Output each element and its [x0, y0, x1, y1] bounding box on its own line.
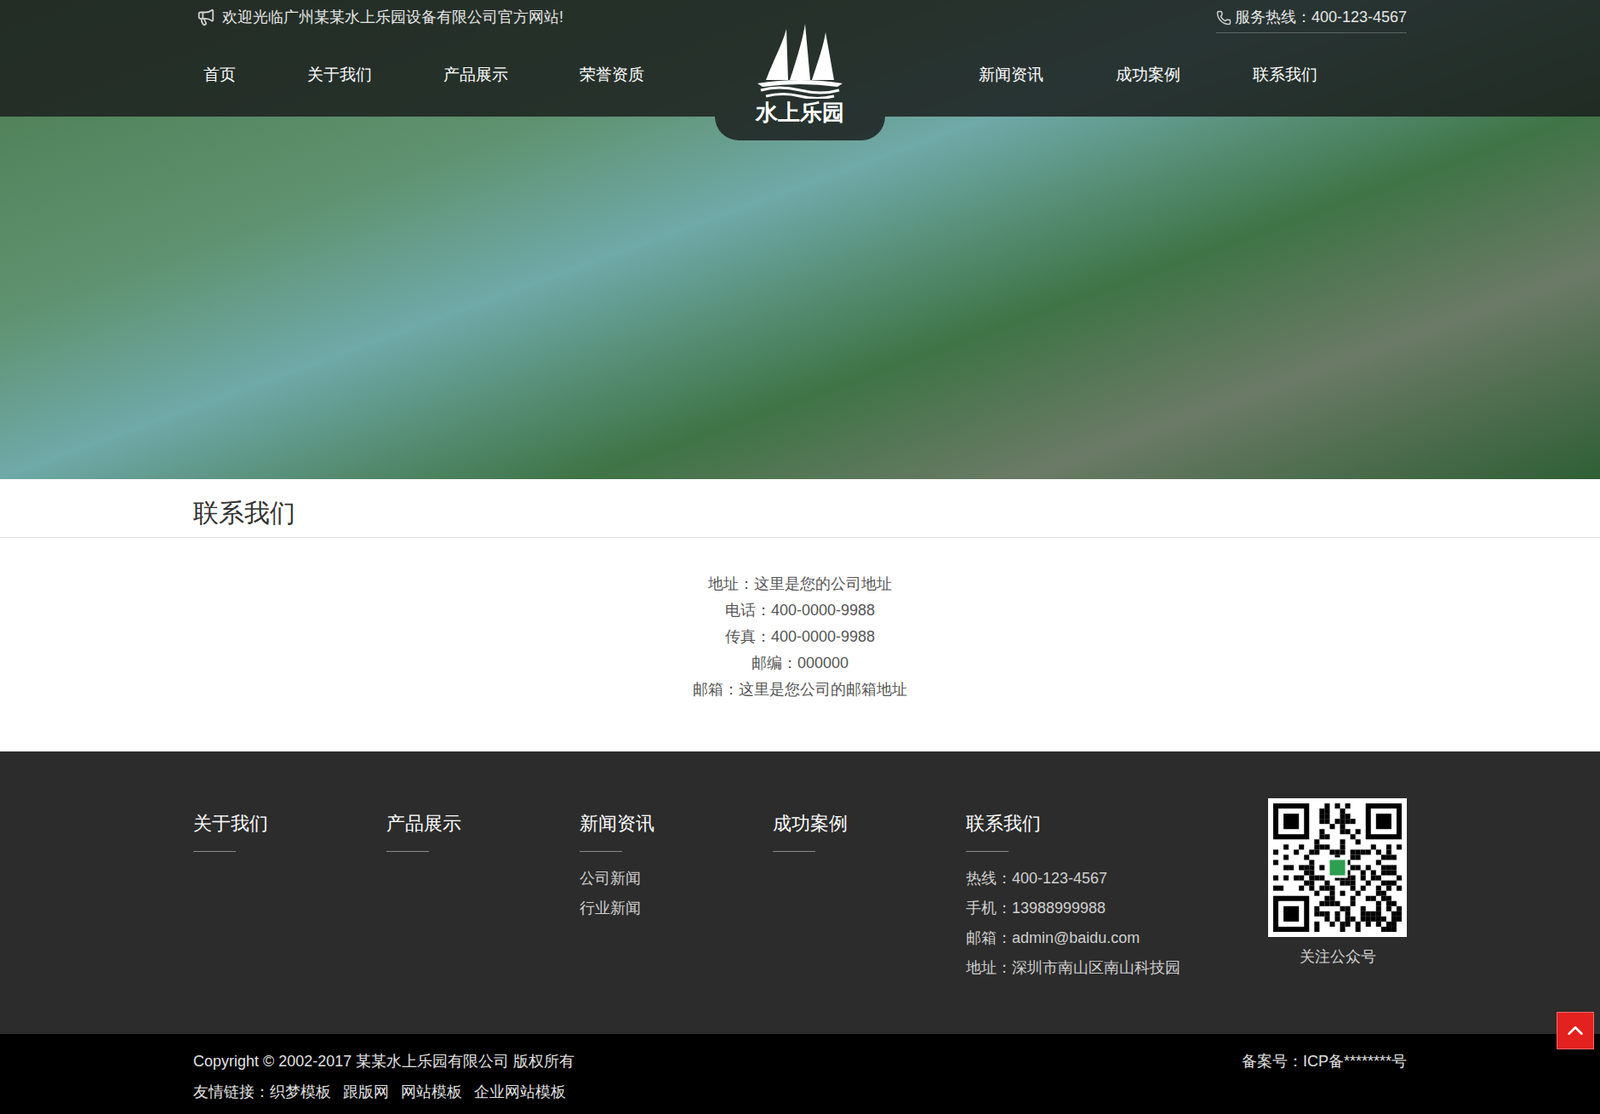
banner: 欢迎光临广州某某水上乐园设备有限公司官方网站! 服务热线：400-123-4567…	[0, 0, 1600, 480]
friend-link[interactable]: 网站模板	[400, 1076, 463, 1108]
sailboat-logo-icon	[748, 23, 852, 99]
contact-line: 邮箱：这里是您公司的邮箱地址	[692, 676, 908, 703]
footer-heading[interactable]: 关于我们	[193, 811, 387, 837]
qr-label: 关注公众号	[1299, 945, 1377, 968]
nav-item[interactable]: 新闻资讯	[978, 62, 1044, 88]
footer-link[interactable]: 热线：400-123-4567	[965, 863, 1222, 894]
header: 欢迎光临广州某某水上乐园设备有限公司官方网站! 服务热线：400-123-4567…	[0, 0, 1600, 117]
phone-icon	[1216, 10, 1232, 26]
nav-item[interactable]: 荣誉资质	[579, 62, 645, 88]
footer-link[interactable]: 地址：深圳市南山区南山科技园	[965, 953, 1222, 983]
footer-heading[interactable]: 成功案例	[772, 811, 966, 837]
qr-code-icon	[1268, 798, 1407, 938]
back-to-top-button[interactable]	[1556, 1011, 1595, 1050]
friend-links: 友情链接：织梦模板跟版网网站模板企业网站模板	[193, 1076, 1407, 1108]
contact-line: 邮编：000000	[751, 650, 849, 677]
welcome-text: 欢迎光临广州某某水上乐园设备有限公司官方网站!	[222, 5, 564, 29]
footer-heading[interactable]: 新闻资讯	[579, 811, 773, 837]
qr-block: 关注公众号	[1268, 798, 1407, 983]
footer-column: 新闻资讯公司新闻行业新闻	[579, 811, 773, 983]
icp-number: 备案号：ICP备********号	[1241, 1045, 1407, 1077]
footer-link[interactable]: 手机：13988999988	[965, 893, 1222, 924]
hotline: 服务热线：400-123-4567	[1216, 5, 1407, 34]
top-bar: 欢迎光临广州某某水上乐园设备有限公司官方网站! 服务热线：400-123-4567	[193, 0, 1407, 35]
footer: 关于我们产品展示新闻资讯公司新闻行业新闻成功案例联系我们热线：400-123-4…	[0, 751, 1600, 1035]
nav-item[interactable]: 成功案例	[1115, 62, 1181, 88]
page-title-bar: 联系我们	[0, 479, 1600, 538]
nav-item[interactable]: 联系我们	[1252, 62, 1318, 88]
friend-link[interactable]: 企业网站模板	[474, 1076, 566, 1108]
footer-column: 产品展示	[386, 811, 580, 983]
friend-link[interactable]: 跟版网	[342, 1076, 389, 1108]
page-title: 联系我们	[193, 497, 1407, 529]
logo[interactable]: 水上乐园	[748, 23, 852, 126]
megaphone-icon	[196, 7, 216, 27]
footer-column: 成功案例	[772, 811, 966, 983]
chevron-up-icon	[1562, 1017, 1589, 1044]
footer-link[interactable]: 邮箱：admin@baidu.com	[965, 923, 1222, 954]
footer-column: 关于我们	[193, 811, 387, 983]
nav-item[interactable]: 关于我们	[307, 62, 372, 88]
contact-line: 地址：这里是您的公司地址	[708, 571, 892, 598]
nav-item[interactable]: 产品展示	[443, 62, 509, 88]
contact-line: 传真：400-0000-9988	[725, 623, 875, 651]
nav-item[interactable]: 首页	[203, 62, 236, 88]
footer-link[interactable]: 行业新闻	[579, 893, 773, 924]
footer-heading[interactable]: 联系我们	[965, 811, 1222, 837]
footer-heading[interactable]: 产品展示	[386, 811, 580, 837]
bottom-bar: Copyright © 2002-2017 某某水上乐园有限公司 版权所有 备案号…	[0, 1034, 1600, 1114]
contact-info: 地址：这里是您的公司地址电话：400-0000-9988传真：400-0000-…	[0, 537, 1600, 752]
contact-line: 电话：400-0000-9988	[725, 597, 875, 624]
logo-text: 水上乐园	[755, 98, 845, 126]
footer-column: 联系我们热线：400-123-4567手机：13988999988邮箱：admi…	[965, 811, 1222, 983]
footer-link[interactable]: 公司新闻	[579, 863, 773, 894]
page: 欢迎光临广州某某水上乐园设备有限公司官方网站! 服务热线：400-123-4567…	[0, 0, 1600, 1114]
friend-link[interactable]: 织梦模板	[269, 1076, 332, 1108]
copyright: Copyright © 2002-2017 某某水上乐园有限公司 版权所有	[193, 1045, 575, 1077]
